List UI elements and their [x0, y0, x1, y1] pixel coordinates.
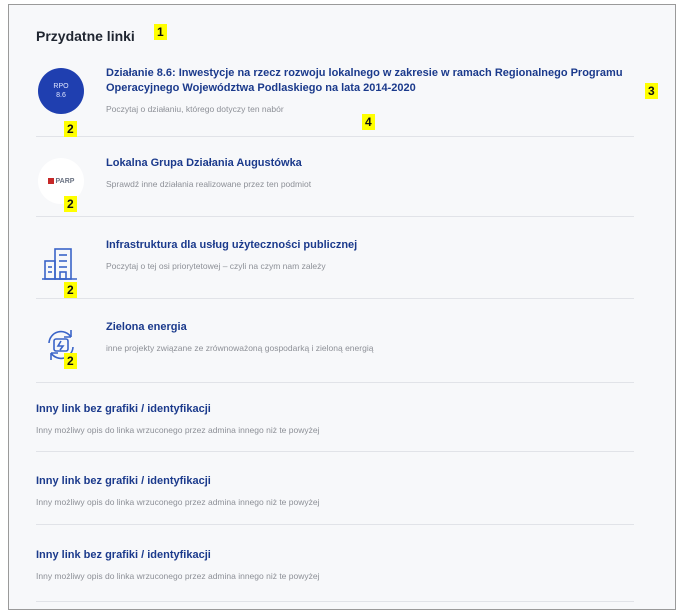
parp-logo[interactable]: PARP: [36, 156, 86, 206]
list-item: RPO 8.6 Działanie 8.6: Inwestycje na rze…: [36, 66, 634, 138]
rpo-logo[interactable]: RPO 8.6: [36, 66, 86, 116]
list-item: PARP Lokalna Grupa Działania Augustówka …: [36, 156, 634, 217]
link-dzialanie-8-6[interactable]: Działanie 8.6: Inwestycje na rzecz rozwo…: [106, 66, 634, 96]
rpo-logo-number: 8.6: [56, 92, 66, 99]
annotation-marker: 2: [64, 121, 77, 137]
link-infrastruktura[interactable]: Infrastruktura dla usług użyteczności pu…: [106, 238, 634, 253]
link-description: Poczytaj o tej osi priorytetowej – czyli…: [106, 261, 326, 271]
divider: [36, 382, 634, 383]
link-description: Sprawdź inne działania realizowane przez…: [106, 179, 312, 189]
annotation-marker: 2: [64, 196, 77, 212]
annotation-marker: 3: [645, 83, 658, 99]
annotation-marker: 2: [64, 282, 77, 298]
link-description: Inny możliwy opis do linka wrzuconego pr…: [36, 425, 320, 435]
link-description: Inny możliwy opis do linka wrzuconego pr…: [36, 497, 320, 507]
list-item: Inny link bez grafiki / identyfikacji In…: [36, 402, 634, 452]
list-item: Inny link bez grafiki / identyfikacji In…: [36, 548, 634, 602]
link-lgd-augustowka[interactable]: Lokalna Grupa Działania Augustówka: [106, 156, 634, 171]
list-item: Zielona energia inne projekty związane z…: [36, 320, 634, 383]
rpo-logo-text: RPO: [53, 83, 69, 90]
divider: [36, 298, 634, 299]
link-description: Poczytaj o działaniu, którego dotyczy te…: [106, 104, 284, 114]
annotation-marker: 2: [64, 353, 77, 369]
divider: [36, 524, 634, 525]
link-description: inne projekty związane ze zrównoważoną g…: [106, 343, 374, 353]
link-inny-2[interactable]: Inny link bez grafiki / identyfikacji: [36, 474, 634, 489]
annotation-marker: 4: [362, 114, 375, 130]
divider: [36, 451, 634, 452]
list-item: Inny link bez grafiki / identyfikacji In…: [36, 474, 634, 525]
link-inny-3[interactable]: Inny link bez grafiki / identyfikacji: [36, 548, 634, 563]
annotation-marker: 1: [154, 24, 167, 40]
link-zielona-energia[interactable]: Zielona energia: [106, 320, 634, 335]
section-title: Przydatne linki: [36, 28, 135, 44]
link-inny-1[interactable]: Inny link bez grafiki / identyfikacji: [36, 402, 634, 417]
divider: [36, 136, 634, 137]
building-icon[interactable]: [36, 238, 86, 288]
divider: [36, 601, 634, 602]
list-item: Infrastruktura dla usług użyteczności pu…: [36, 238, 634, 299]
recycle-energy-icon[interactable]: [36, 320, 86, 370]
link-description: Inny możliwy opis do linka wrzuconego pr…: [36, 571, 320, 581]
divider: [36, 216, 634, 217]
parp-logo-text: PARP: [55, 177, 75, 185]
